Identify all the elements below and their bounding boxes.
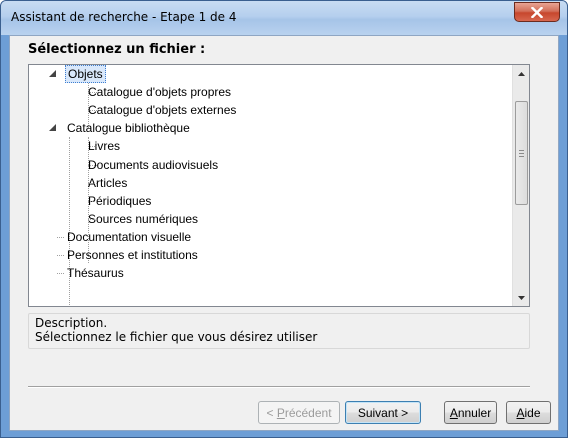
description-heading: Description. [35,316,108,330]
grip-icon [519,150,524,159]
description-panel: Description. Sélectionnez le fichier que… [28,313,530,349]
select-file-label: Sélectionnez un fichier : [28,42,206,57]
tree-connector [88,201,97,202]
button-separator [28,386,530,388]
tree-item-label: Thésaurus [67,266,124,280]
help-button-mnemonic: A [516,405,525,420]
tree-item-label: Catalogue d'objets propres [88,85,232,99]
next-button[interactable]: Suivant > [345,401,421,424]
tree-item-label: Catalogue d'objets externes [88,103,237,117]
tree-connector [88,219,97,220]
tree-connector [57,237,64,238]
close-button[interactable] [514,2,560,22]
scroll-thumb[interactable] [515,101,528,205]
tree-item[interactable]: Documentation visuelle [65,228,193,246]
previous-button-prefix: < [266,405,277,420]
tree-item-label: Personnes et institutions [67,248,198,262]
arrow-down-icon [518,295,525,300]
arrow-up-icon [518,71,525,76]
collapse-triangle-icon[interactable] [49,124,58,133]
tree-item[interactable]: Objets [65,65,106,83]
tree-connector [88,146,97,147]
tree-item-label: Catalogue bibliothèque [67,121,190,135]
tree-connector [88,165,97,166]
tree-connector [88,92,97,93]
previous-button-label: récédent [284,405,332,420]
tree-item-label: Sources numériques [88,212,199,226]
tree-connector [88,110,97,111]
tree-item[interactable]: Thésaurus [65,264,126,282]
scroll-down-button[interactable] [513,289,529,306]
tree-item[interactable]: Documents audiovisuels [86,156,220,174]
collapse-triangle-icon[interactable] [49,70,58,79]
tree-connector [57,273,64,274]
tree-item[interactable]: Catalogue bibliothèque [65,119,192,137]
tree-item-label: Documentation visuelle [67,230,192,244]
scroll-up-button[interactable] [513,65,529,82]
tree-item[interactable]: Sources numériques [86,210,200,228]
tree-item-label: Documents audiovisuels [88,158,219,172]
cancel-button-mnemonic: A [449,405,458,420]
tree-item[interactable]: Catalogue d'objets propres [86,83,233,101]
tree-rows: Objets Catalogue d'objets propres Catalogu… [29,65,513,306]
tree-item[interactable]: Personnes et institutions [65,246,200,264]
help-button[interactable]: Aide [506,401,551,424]
cancel-button[interactable]: Annuler [444,401,497,424]
title-bar[interactable]: Assistant de recherche - Etape 1 de 4 [1,1,567,35]
tree-scrollbar[interactable] [512,65,529,306]
help-button-label: ide [524,405,541,420]
tree-connector [88,183,97,184]
tree-item-label: Objets [65,65,106,83]
description-text: Sélectionnez le fichier que vous désirez… [35,330,318,344]
tree-item[interactable]: Catalogue d'objets externes [86,101,238,119]
cancel-button-label: nnuler [457,405,492,420]
previous-button-mnemonic: P [276,405,285,420]
window-title: Assistant de recherche - Etape 1 de 4 [11,10,237,24]
previous-button[interactable]: < Précédent [258,401,340,424]
close-icon [531,6,543,18]
next-button-label: Suivant > [357,405,409,420]
file-tree-view[interactable]: Objets Catalogue d'objets propres Catalogu… [28,64,530,307]
tree-connector [57,255,64,256]
